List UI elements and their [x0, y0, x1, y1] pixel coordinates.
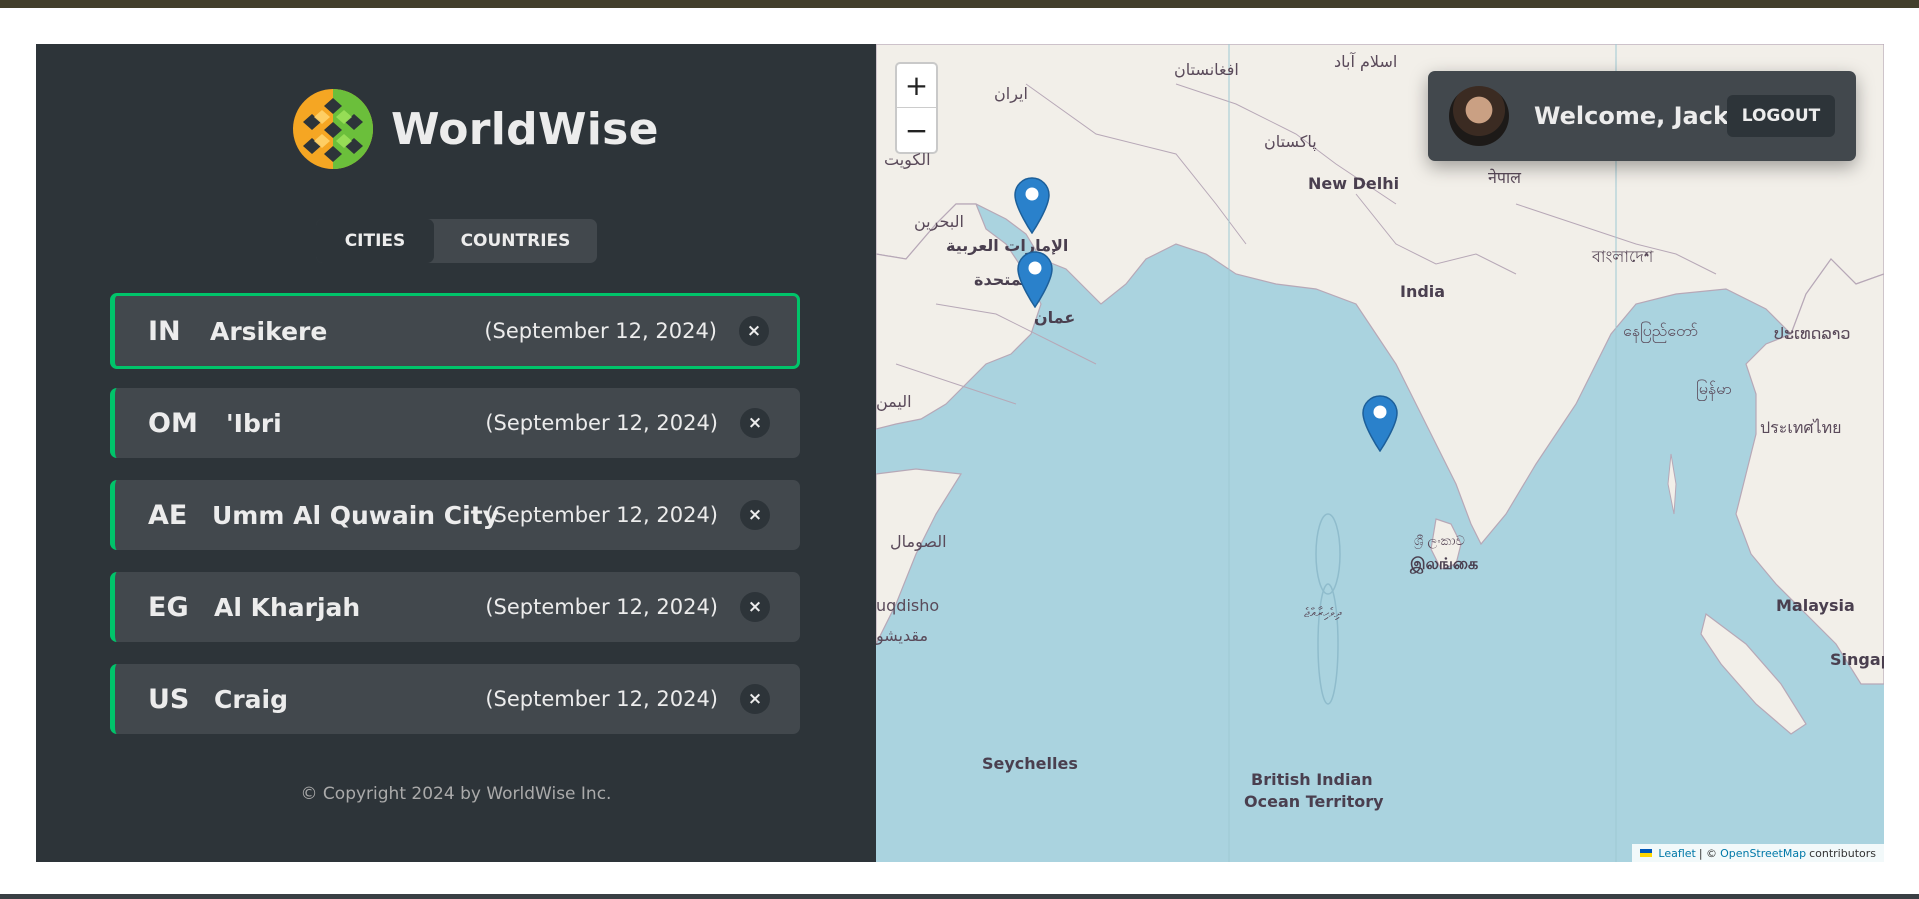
avatar — [1449, 86, 1509, 146]
delete-city-button[interactable]: × — [740, 592, 770, 622]
map-label-maldives: ދިވެހިރާއްޖެ — [1304, 606, 1342, 621]
map-label-biot-1: British Indian — [1251, 770, 1373, 789]
view-tabs: CITIES COUNTRIES — [316, 219, 597, 263]
map-label-yemen: اليمن — [876, 392, 912, 411]
city-marker-ibri[interactable] — [1016, 250, 1054, 308]
map-label-somalia: الصومال — [890, 532, 947, 551]
copyright-footer: © Copyright 2024 by WorldWise Inc. — [300, 784, 612, 804]
city-name: Arsikere — [210, 316, 328, 346]
zoom-control: + − — [895, 62, 938, 154]
map-label-sri-lanka-ta: இலங்கை — [1410, 554, 1479, 573]
map-label-new-delhi: New Delhi — [1308, 174, 1400, 193]
map-label-malaysia: Malaysia — [1776, 596, 1855, 615]
sidebar: WorldWise CITIES COUNTRIES IN Arsikere (… — [36, 44, 876, 862]
map-label-mogadishu: uqdisho — [876, 596, 940, 615]
map-tiles[interactable] — [876, 44, 1884, 862]
country-code: IN — [148, 315, 181, 347]
map-label-kuwait: الكويت — [884, 150, 931, 169]
tab-cities[interactable]: CITIES — [316, 219, 434, 263]
worldwise-globe-icon — [293, 89, 373, 169]
logout-button[interactable]: LOGOUT — [1727, 95, 1835, 137]
map-attribution: Leaflet | © OpenStreetMap contributors — [1632, 844, 1884, 862]
city-name: Craig — [214, 684, 289, 714]
map-label-singapore: Singapore — [1830, 650, 1884, 669]
app-logo[interactable]: WorldWise — [292, 88, 659, 170]
zoom-in-button[interactable]: + — [897, 64, 936, 108]
country-code: AE — [148, 499, 188, 531]
map-label-sri-lanka-si: ශ්‍රී ලංකාව — [1414, 534, 1465, 549]
welcome-message: Welcome, Jack — [1534, 102, 1729, 130]
city-item-craig[interactable]: US Craig (September 12, 2024) × — [110, 664, 800, 734]
browser-top-strip — [0, 0, 1919, 8]
city-name: Al Kharjah — [214, 592, 361, 622]
delete-city-button[interactable]: × — [739, 316, 769, 346]
delete-city-button[interactable]: × — [740, 684, 770, 714]
map-label-myanmar-capital: နေပြည်တော် — [1623, 321, 1699, 340]
browser-bottom-strip — [0, 894, 1919, 899]
delete-city-button[interactable]: × — [740, 408, 770, 438]
city-date: (September 12, 2024) — [485, 687, 718, 711]
country-code: OM — [148, 407, 198, 439]
map-label-bahrain: البحرين — [914, 212, 964, 231]
map-label-oman: عمان — [1034, 308, 1076, 327]
city-date: (September 12, 2024) — [485, 411, 718, 435]
zoom-out-button[interactable]: − — [897, 108, 936, 152]
user-panel: Welcome, Jack LOGOUT — [1428, 71, 1856, 161]
attribution-suffix: contributors — [1809, 846, 1876, 860]
map-label-seychelles: Seychelles — [982, 754, 1078, 773]
map-label-islamabad: اسلام آباد — [1334, 52, 1398, 71]
city-marker-arsikere[interactable] — [1361, 394, 1399, 452]
openstreetmap-link[interactable]: OpenStreetMap — [1720, 847, 1806, 860]
map-label-mogadishu-ar: مقديشو — [876, 626, 929, 645]
city-date: (September 12, 2024) — [485, 595, 718, 619]
city-item-al-kharjah[interactable]: EG Al Kharjah (September 12, 2024) × — [110, 572, 800, 642]
map-label-pakistan: پاکستان — [1264, 132, 1317, 151]
map-label-india: India — [1400, 282, 1446, 301]
map-label-thailand: ประเทศไทย — [1760, 418, 1842, 437]
leaflet-link[interactable]: Leaflet — [1658, 847, 1695, 860]
city-date: (September 12, 2024) — [484, 319, 717, 343]
map-label-afghanistan: افغانستان — [1174, 60, 1239, 79]
app-name: WorldWise — [391, 103, 659, 155]
map-label-biot-2: Ocean Territory — [1244, 792, 1384, 811]
ukraine-flag-icon — [1640, 849, 1653, 857]
tab-countries[interactable]: COUNTRIES — [434, 219, 597, 263]
attribution-separator: | © — [1698, 846, 1718, 860]
city-marker-umm-al-quwain[interactable] — [1013, 176, 1051, 234]
city-date: (September 12, 2024) — [485, 503, 718, 527]
map[interactable]: + − ایران افغانستان اسلام آباد پاکستان N… — [876, 44, 1884, 862]
map-label-iran: ایران — [994, 84, 1028, 103]
map-label-laos: ປະເທດລາວ — [1774, 324, 1851, 343]
delete-city-button[interactable]: × — [740, 500, 770, 530]
city-name: Umm Al Quwain City — [212, 500, 499, 530]
city-item-arsikere[interactable]: IN Arsikere (September 12, 2024) × — [110, 293, 800, 369]
city-item-umm-al-quwain[interactable]: AE Umm Al Quwain City (September 12, 202… — [110, 480, 800, 550]
country-code: EG — [148, 591, 189, 623]
map-label-bangladesh: বাংলাদেশ — [1592, 247, 1654, 266]
map-label-nepal: नेपाल — [1488, 168, 1521, 187]
country-code: US — [148, 683, 190, 715]
map-label-myanmar: မြန်မာ — [1696, 379, 1732, 398]
city-name: 'Ibri — [226, 408, 282, 438]
city-item-ibri[interactable]: OM 'Ibri (September 12, 2024) × — [110, 388, 800, 458]
